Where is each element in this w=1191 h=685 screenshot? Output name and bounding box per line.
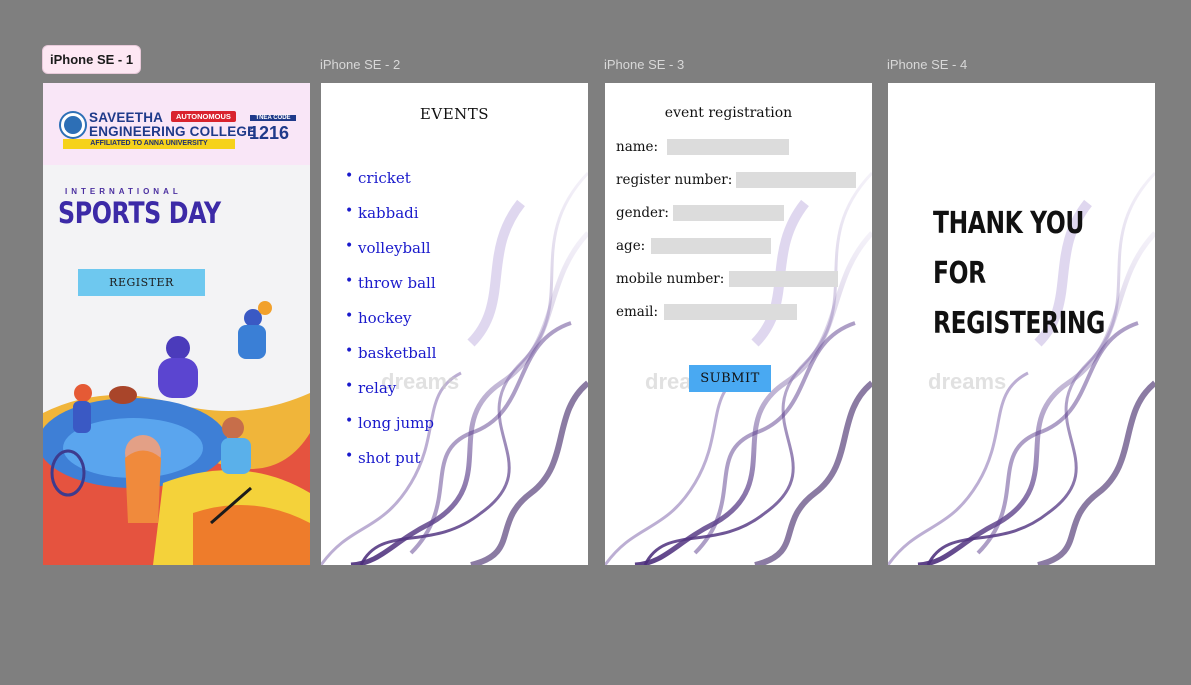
event-item-shot-put[interactable]: shot put bbox=[345, 448, 436, 484]
register-number-label: register number: bbox=[616, 172, 733, 188]
frame-confirmation[interactable]: dreams THANK YOU FOR REGISTERING bbox=[888, 83, 1155, 565]
affiliation-banner: AFFILIATED TO ANNA UNIVERSITY bbox=[63, 139, 235, 149]
name-row: name: bbox=[616, 139, 790, 155]
frame-home[interactable]: SAVEETHA ENGINEERING COLLEGE AUTONOMOUS … bbox=[43, 83, 310, 565]
event-item-cricket[interactable]: cricket bbox=[345, 168, 436, 204]
mobile-number-label: mobile number: bbox=[616, 271, 725, 287]
gender-row: gender: bbox=[616, 205, 784, 221]
frame-label-1[interactable]: iPhone SE - 1 bbox=[42, 45, 142, 74]
sports-illustration bbox=[43, 301, 310, 565]
age-row: age: bbox=[616, 238, 772, 254]
thank-you-message: THANK YOU FOR REGISTERING bbox=[933, 199, 1106, 349]
smoke-background bbox=[605, 171, 872, 565]
name-field[interactable] bbox=[667, 139, 790, 155]
thank-you-line1: THANK YOU FOR bbox=[933, 206, 1085, 291]
mobile-number-field[interactable] bbox=[729, 271, 839, 287]
frame-events[interactable]: dreams EVENTS cricket kabbadi volleyball… bbox=[321, 83, 588, 565]
event-item-throw-ball[interactable]: throw ball bbox=[345, 273, 436, 309]
event-item-kabbadi[interactable]: kabbadi bbox=[345, 203, 436, 239]
thank-you-line2: REGISTERING bbox=[933, 306, 1105, 341]
event-title: SPORTS DAY bbox=[58, 196, 221, 230]
email-label: email: bbox=[616, 304, 659, 320]
frame-label-3[interactable]: iPhone SE - 3 bbox=[604, 57, 684, 72]
registration-title: event registration bbox=[664, 105, 793, 121]
register-button[interactable]: REGISTER bbox=[78, 269, 205, 296]
name-label: name: bbox=[616, 139, 659, 155]
email-field[interactable] bbox=[664, 304, 798, 320]
submit-button[interactable]: SUBMIT bbox=[689, 365, 771, 392]
age-label: age: bbox=[616, 238, 646, 254]
events-title: EVENTS bbox=[419, 105, 490, 123]
gender-label: gender: bbox=[616, 205, 669, 221]
age-field[interactable] bbox=[651, 238, 772, 254]
event-item-basketball[interactable]: basketball bbox=[345, 343, 436, 379]
event-item-relay[interactable]: relay bbox=[345, 378, 436, 414]
college-name-line2: ENGINEERING COLLEGE bbox=[89, 124, 257, 139]
events-list: cricket kabbadi volleyball throw ball ho… bbox=[345, 168, 436, 484]
gender-field[interactable] bbox=[672, 205, 784, 221]
frame-registration[interactable]: dreams event registration name: register… bbox=[605, 83, 872, 565]
email-row: email: bbox=[616, 304, 798, 320]
register-number-row: register number: bbox=[616, 172, 857, 188]
event-subtitle: INTERNATIONAL bbox=[65, 187, 182, 196]
register-number-field[interactable] bbox=[736, 172, 857, 188]
frame-label-2[interactable]: iPhone SE - 2 bbox=[320, 57, 400, 72]
mobile-number-row: mobile number: bbox=[616, 271, 839, 287]
watermark: dreams bbox=[928, 369, 1007, 394]
college-logo-icon bbox=[61, 113, 85, 137]
event-item-long-jump[interactable]: long jump bbox=[345, 413, 436, 449]
frame-label-4[interactable]: iPhone SE - 4 bbox=[887, 57, 967, 72]
tnea-code: 1216 bbox=[249, 123, 290, 143]
college-header: SAVEETHA ENGINEERING COLLEGE AUTONOMOUS … bbox=[43, 83, 310, 165]
event-item-hockey[interactable]: hockey bbox=[345, 308, 436, 344]
event-item-volleyball[interactable]: volleyball bbox=[345, 238, 436, 274]
tnea-label: TNEA CODE bbox=[250, 115, 296, 121]
autonomous-badge: AUTONOMOUS bbox=[171, 111, 236, 122]
